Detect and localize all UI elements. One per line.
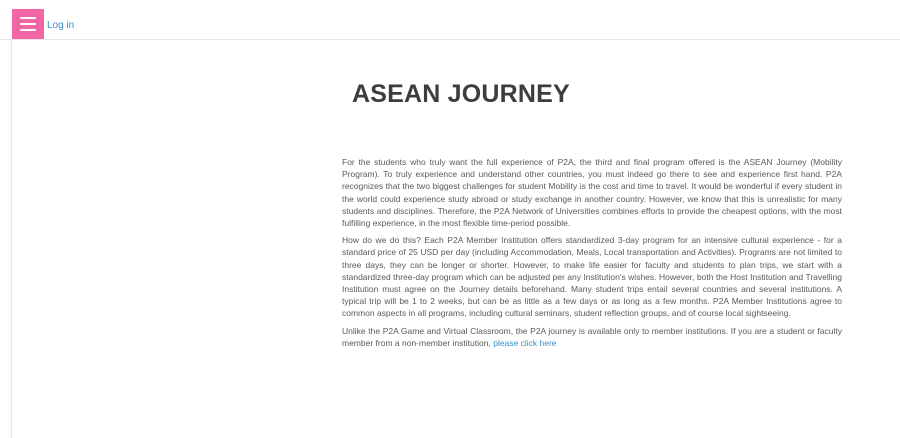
paragraph-membership: Unlike the P2A Game and Virtual Classroo… [342,325,842,349]
paragraph-membership-text: Unlike the P2A Game and Virtual Classroo… [342,325,842,348]
hamburger-icon-bar-2 [20,23,36,25]
please-click-here-link[interactable]: please click here [493,338,556,348]
page-title: ASEAN JOURNEY [352,80,570,108]
hamburger-icon [20,17,36,19]
menu-button[interactable] [12,9,44,39]
top-bar: Log in [0,0,900,40]
paragraph-intro: For the students who truly want the full… [342,157,842,229]
paragraph-how: How do we do this? Each P2A Member Insti… [342,235,842,319]
login-link[interactable]: Log in [47,20,74,31]
main-content: For the students who truly want the full… [342,156,842,354]
hamburger-icon-bar-3 [20,29,36,31]
left-divider [11,40,12,438]
